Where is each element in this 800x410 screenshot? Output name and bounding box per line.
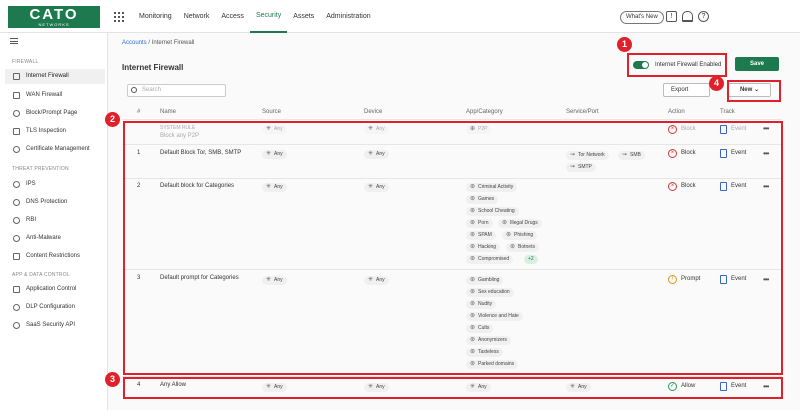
sidebar-item-application-control[interactable]: Application Control <box>5 282 105 297</box>
col-header-device[interactable]: Device <box>364 109 382 115</box>
annotation-box-1 <box>627 53 727 77</box>
main-nav: Monitoring Network Access Security Asset… <box>133 0 377 33</box>
menu-icon[interactable] <box>10 38 18 44</box>
nav-network[interactable]: Network <box>178 0 216 33</box>
sidebar-item-label: Internet Firewall <box>26 73 69 79</box>
search-icon <box>131 87 137 93</box>
app-icon <box>13 286 20 293</box>
col-header-source[interactable]: Source <box>262 109 281 115</box>
page-title: Internet Firewall <box>122 63 184 72</box>
annotation-badge-1: 1 <box>617 37 632 52</box>
whats-new-button[interactable]: What's New <box>620 11 664 24</box>
sidebar-item-internet-firewall[interactable]: Internet Firewall <box>5 69 105 84</box>
sidebar-item-label: WAN Firewall <box>26 92 63 98</box>
certificate-icon <box>13 146 20 153</box>
sidebar-item-label: Anti-Malware <box>26 235 62 241</box>
breadcrumb: Accounts / Internet Firewall <box>122 40 194 46</box>
app-grid-icon[interactable] <box>114 12 124 22</box>
sidebar-item-content-restrictions[interactable]: Content Restrictions <box>5 249 105 264</box>
sidebar-section-threat-prevention: THREAT PREVENTION <box>12 166 69 172</box>
row-divider <box>122 119 782 120</box>
sidebar-item-label: RBI <box>26 217 37 223</box>
col-header-app-category[interactable]: App/Category <box>466 109 503 115</box>
dns-icon <box>13 199 20 206</box>
sidebar-item-anti-malware[interactable]: Anti-Malware <box>5 231 105 246</box>
ips-icon <box>13 181 20 188</box>
sidebar-item-label: DLP Configuration <box>26 304 75 310</box>
annotation-badge-2: 2 <box>105 112 120 127</box>
sidebar-item-label: Content Restrictions <box>26 253 81 259</box>
cloud-icon <box>13 322 20 329</box>
sidebar-item-label: Block/Prompt Page <box>26 110 78 116</box>
bell-icon[interactable] <box>682 11 693 22</box>
sidebar-item-rbi[interactable]: RBI <box>5 213 105 228</box>
breadcrumb-separator: / <box>148 40 151 46</box>
sidebar: FIREWALL Internet Firewall WAN Firewall … <box>0 33 108 410</box>
cato-logo[interactable]: CATO NETWORKS <box>8 6 100 28</box>
wan-icon <box>13 92 20 99</box>
help-icon[interactable]: ? <box>698 11 709 22</box>
sidebar-item-label: IPS <box>26 181 36 187</box>
sidebar-item-ips[interactable]: IPS <box>5 177 105 192</box>
gear-icon <box>13 110 20 117</box>
annotation-badge-3: 3 <box>105 372 120 387</box>
breadcrumb-accounts-link[interactable]: Accounts <box>122 40 147 46</box>
dlp-icon <box>13 304 20 311</box>
annotation-box-4 <box>727 80 781 102</box>
sidebar-item-label: DNS Protection <box>26 199 68 205</box>
brand-name: CATO <box>29 6 79 23</box>
sidebar-item-label: Certificate Management <box>26 146 90 152</box>
sidebar-item-saas-security-api[interactable]: SaaS Security API <box>5 318 105 333</box>
sidebar-item-dlp-configuration[interactable]: DLP Configuration <box>5 300 105 315</box>
annotation-box-2 <box>123 121 783 375</box>
sidebar-item-block-prompt-page[interactable]: Block/Prompt Page <box>5 106 105 121</box>
sidebar-item-tls-inspection[interactable]: TLS Inspection <box>5 124 105 139</box>
col-header-track[interactable]: Track <box>720 109 735 115</box>
col-header-name[interactable]: Name <box>160 109 176 115</box>
sidebar-item-label: TLS Inspection <box>26 128 67 134</box>
sidebar-item-label: Application Control <box>26 286 77 292</box>
sidebar-section-app-data-control: APP & DATA CONTROL <box>12 272 70 278</box>
nav-monitoring[interactable]: Monitoring <box>133 0 178 33</box>
search-placeholder: Search <box>142 87 162 93</box>
export-button[interactable]: Export <box>663 83 710 97</box>
lock-icon <box>13 128 20 135</box>
breadcrumb-current: Internet Firewall <box>151 40 195 46</box>
top-bar: CATO NETWORKS Monitoring Network Access S… <box>0 0 800 33</box>
sidebar-section-firewall: FIREWALL <box>12 59 39 65</box>
sidebar-item-dns-protection[interactable]: DNS Protection <box>5 195 105 210</box>
bug-icon <box>13 235 20 242</box>
list-icon <box>13 253 20 260</box>
rbi-icon <box>13 217 20 224</box>
sidebar-item-certificate-management[interactable]: Certificate Management <box>5 142 105 157</box>
feedback-icon[interactable]: ! <box>666 11 677 22</box>
firewall-icon <box>13 73 20 80</box>
annotation-badge-4: 4 <box>709 76 724 91</box>
sidebar-item-wan-firewall[interactable]: WAN Firewall <box>5 88 105 103</box>
sidebar-item-label: SaaS Security API <box>26 322 76 328</box>
col-header-number: # <box>137 109 141 115</box>
nav-assets[interactable]: Assets <box>287 0 320 33</box>
brand-sub: NETWORKS <box>38 22 70 27</box>
save-button[interactable]: Save <box>735 57 779 71</box>
nav-administration[interactable]: Administration <box>320 0 376 33</box>
nav-security[interactable]: Security <box>249 0 288 33</box>
search-input[interactable]: Search <box>127 84 226 97</box>
nav-access[interactable]: Access <box>215 0 250 33</box>
annotation-box-3 <box>123 377 783 399</box>
col-header-action[interactable]: Action <box>668 109 685 115</box>
col-header-service-port[interactable]: Service/Port <box>566 109 599 115</box>
